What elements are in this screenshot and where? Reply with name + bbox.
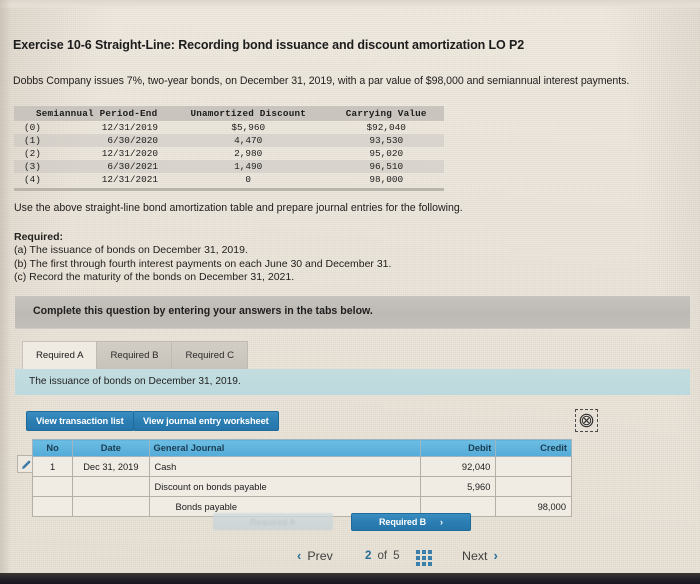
chevron-right-icon: › xyxy=(440,517,443,527)
amort-cell-discount: 2,980 xyxy=(234,148,263,159)
amort-cell-index: (4) xyxy=(24,174,41,185)
journal-cell-credit[interactable] xyxy=(495,476,572,497)
grid-icon[interactable] xyxy=(416,550,432,566)
broken-image-icon xyxy=(575,409,598,432)
journal-header-general: General Journal xyxy=(148,439,421,457)
prev-requirement-label: Required A xyxy=(250,516,296,527)
amort-cell-index: (3) xyxy=(24,161,41,172)
journal-header-credit: Credit xyxy=(495,439,572,457)
amort-cell-index: (0) xyxy=(24,122,41,133)
view-transaction-list-button[interactable]: View transaction list xyxy=(26,411,134,431)
use-above-text: Use the above straight-line bond amortiz… xyxy=(14,202,463,214)
table-row: Discount on bonds payable 5,960 xyxy=(31,476,572,497)
table-row: 1 Dec 31, 2019 Cash 92,040 xyxy=(31,456,572,477)
journal-cell-credit[interactable]: 98,000 xyxy=(495,496,572,517)
page-current: 2 xyxy=(365,549,372,562)
amort-header-carrying: Carrying Value xyxy=(328,106,444,121)
required-item-b: (b) The first through fourth interest pa… xyxy=(14,257,392,270)
required-block: Required: (a) The issuance of bonds on D… xyxy=(14,231,674,285)
amort-cell-date: 6/30/2021 xyxy=(107,161,158,172)
amort-cell-discount: $5,960 xyxy=(231,122,266,133)
tab-required-b[interactable]: Required B xyxy=(96,341,173,369)
tab-label: Required B xyxy=(110,350,159,361)
requirement-tabs: Required A Required B Required C xyxy=(22,341,248,369)
amortization-header-row: Semiannual Period-End Unamortized Discou… xyxy=(14,106,444,121)
amort-cell-carrying: 96,510 xyxy=(369,161,404,172)
page-indicator: 2 of 5 xyxy=(365,549,400,562)
amort-cell-date: 12/31/2021 xyxy=(101,174,158,185)
journal-cell-date[interactable] xyxy=(72,476,150,497)
journal-cell-no[interactable] xyxy=(31,496,74,517)
page-total: 5 xyxy=(393,549,400,562)
tab-required-a[interactable]: Required A xyxy=(22,341,98,369)
journal-header-row: No Date General Journal Debit Credit xyxy=(31,439,572,457)
journal-header-no: No xyxy=(31,439,74,457)
required-item-c: (c) Record the maturity of the bonds on … xyxy=(14,271,295,284)
required-item-a: (a) The issuance of bonds on December 31… xyxy=(14,244,248,257)
next-page-button[interactable]: Next › xyxy=(462,548,498,563)
amortization-row: (0) 12/31/2019 $5,960 $92,040 xyxy=(14,121,444,134)
amort-cell-carrying: 98,000 xyxy=(369,174,404,185)
tab-label: Required C xyxy=(185,350,234,361)
tab-required-c[interactable]: Required C xyxy=(171,341,248,369)
amort-cell-carrying: $92,040 xyxy=(366,122,406,133)
journal-cell-debit[interactable]: 5,960 xyxy=(419,476,497,497)
journal-header-debit: Debit xyxy=(419,439,497,457)
pencil-icon xyxy=(21,459,31,469)
exercise-intro-text: Dobbs Company issues 7%, two-year bonds,… xyxy=(13,75,630,87)
amortization-row: (1) 6/30/2020 4,470 93,530 xyxy=(14,134,444,147)
grid-icon-dots xyxy=(416,550,432,566)
amortization-row: (3) 6/30/2021 1,490 96,510 xyxy=(14,160,444,173)
amort-header-discount: Unamortized Discount xyxy=(168,106,329,121)
amort-cell-date: 6/30/2020 xyxy=(107,135,158,146)
amortization-table: Semiannual Period-End Unamortized Discou… xyxy=(14,106,444,191)
amortization-row: (2) 12/31/2020 2,980 95,020 xyxy=(14,147,444,160)
amort-cell-carrying: 95,020 xyxy=(369,148,404,159)
instruction-strip: The issuance of bonds on December 31, 20… xyxy=(15,369,690,395)
journal-cell-date[interactable] xyxy=(72,496,150,517)
prev-page-label: Prev xyxy=(307,548,333,563)
complete-question-banner: Complete this question by entering your … xyxy=(15,296,690,329)
instruction-strip-text: The issuance of bonds on December 31, 20… xyxy=(29,376,241,387)
bottom-screen-bezel xyxy=(0,573,700,584)
tab-label: Required A xyxy=(36,350,84,361)
amort-cell-discount: 0 xyxy=(245,174,252,185)
required-heading: Required: xyxy=(14,231,64,243)
prev-page-button[interactable]: ‹ Prev xyxy=(297,548,333,563)
amortization-bottom-rule xyxy=(14,188,444,191)
amort-header-period: Semiannual Period-End xyxy=(14,106,168,121)
amortization-row: (4) 12/31/2021 0 98,000 xyxy=(14,173,444,186)
amort-cell-carrying: 93,530 xyxy=(369,135,404,146)
next-page-label: Next xyxy=(462,548,488,563)
amort-cell-discount: 4,470 xyxy=(234,135,263,146)
bottom-navigation: ‹ Prev 2 of 5 Next › xyxy=(0,544,700,574)
next-requirement-label: Required B xyxy=(379,517,427,527)
page-of-label: of xyxy=(377,549,388,562)
journal-cell-date[interactable]: Dec 31, 2019 xyxy=(72,456,150,477)
chevron-right-icon: › xyxy=(493,548,498,563)
complete-question-banner-text: Complete this question by entering your … xyxy=(33,305,373,317)
view-journal-entry-worksheet-button[interactable]: View journal entry worksheet xyxy=(133,411,279,431)
next-requirement-button[interactable]: Required B › xyxy=(351,513,471,531)
amort-cell-index: (1) xyxy=(24,135,41,146)
journal-cell-no[interactable]: 1 xyxy=(31,456,74,477)
journal-cell-account[interactable]: Discount on bonds payable xyxy=(148,476,421,497)
journal-cell-account[interactable]: Cash xyxy=(148,456,421,477)
prev-requirement-button[interactable]: Required A xyxy=(213,513,333,530)
chevron-left-icon: ‹ xyxy=(297,548,302,563)
journal-entry-table: No Date General Journal Debit Credit 1 De… xyxy=(31,439,572,517)
journal-header-date: Date xyxy=(72,439,150,457)
journal-cell-credit[interactable] xyxy=(495,456,572,477)
journal-cell-debit[interactable]: 92,040 xyxy=(419,456,497,477)
amort-cell-date: 12/31/2020 xyxy=(101,148,158,159)
exercise-title: Exercise 10-6 Straight-Line: Recording b… xyxy=(13,38,525,52)
amort-cell-discount: 1,490 xyxy=(234,161,263,172)
amort-cell-index: (2) xyxy=(24,148,41,159)
amort-cell-date: 12/31/2019 xyxy=(101,122,158,133)
journal-cell-no[interactable] xyxy=(31,476,74,497)
